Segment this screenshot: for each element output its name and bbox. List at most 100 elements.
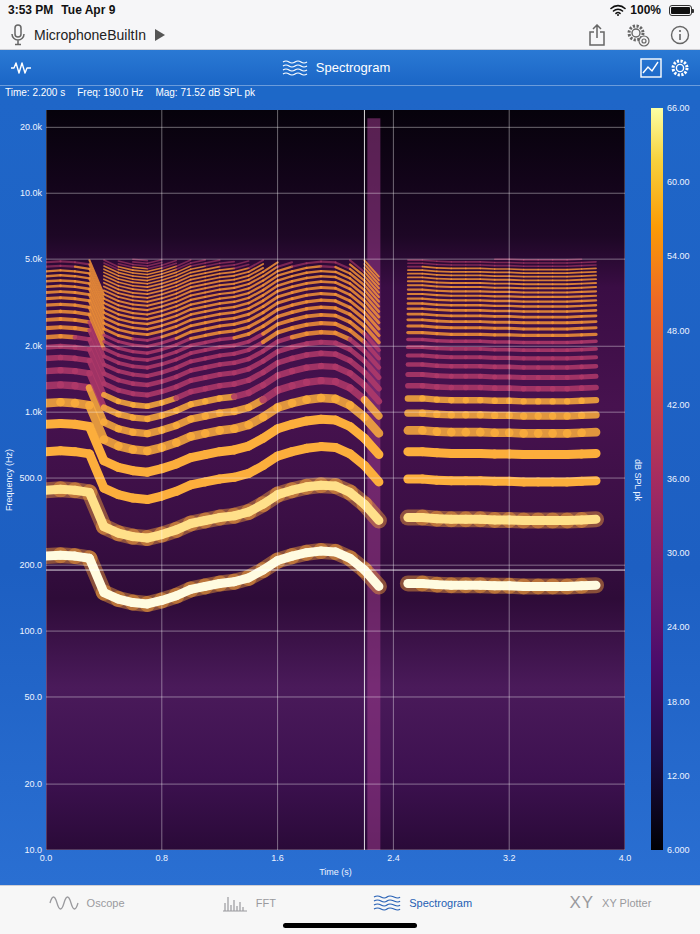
cursor-frequency-line[interactable] <box>46 570 625 571</box>
input-source[interactable]: MicrophoneBuiltIn <box>34 26 146 44</box>
harmonic-segment <box>147 307 161 311</box>
harmonic-segment <box>582 264 596 266</box>
harmonic-segment <box>495 340 509 344</box>
harmonic-segment <box>495 348 509 352</box>
harmonic-segment <box>480 333 494 337</box>
harmonic-segment <box>466 261 480 263</box>
harmonic-segment <box>553 283 567 285</box>
play-icon[interactable] <box>154 28 166 42</box>
harmonic-segment <box>321 260 335 263</box>
x-axis-title: Time (s) <box>319 867 352 877</box>
harmonic-segment <box>408 313 422 316</box>
harmonic-segment <box>582 326 596 330</box>
colorbar-scale <box>651 108 663 850</box>
spectrogram-plot[interactable] <box>46 110 625 850</box>
colorbar: dB SPL pk66.0060.0054.0048.0042.0036.003… <box>625 110 700 850</box>
harmonic-segment <box>553 296 567 298</box>
microphone-icon <box>10 24 26 46</box>
harmonic-segment <box>538 348 552 352</box>
date: Tue Apr 9 <box>61 3 115 17</box>
harmonic-segment <box>350 301 364 313</box>
harmonic-segment <box>567 356 581 361</box>
harmonic-segment <box>133 289 147 290</box>
home-indicator[interactable] <box>283 923 417 928</box>
harmonic-segment <box>307 315 321 317</box>
harmonic-segment <box>278 293 292 297</box>
harmonic-segment <box>220 312 234 314</box>
harmonic-segment <box>408 263 422 265</box>
harmonic-segment <box>60 274 74 277</box>
tab-item[interactable]: FFT <box>173 886 324 920</box>
harmonic-segment <box>567 291 581 294</box>
harmonic-segment <box>567 287 581 290</box>
harmonic-segment <box>321 286 335 290</box>
harmonic-segment <box>582 261 596 263</box>
tab-item[interactable]: Spectrogram <box>325 886 521 920</box>
share-icon[interactable] <box>588 24 606 46</box>
harmonic-segment <box>495 356 509 360</box>
harmonic-segment <box>46 310 60 314</box>
settings-gear-icon[interactable] <box>626 23 650 47</box>
harmonic-segment <box>582 374 596 380</box>
readout-value: Mag: 71.52 dB SPL pk <box>155 86 255 100</box>
harmonic-segment <box>466 268 480 270</box>
harmonic-segment <box>278 276 292 280</box>
harmonic-segment <box>191 270 205 273</box>
view-settings-icon[interactable] <box>670 58 690 78</box>
harmonic-segment <box>422 326 436 327</box>
harmonic-segment <box>147 302 161 306</box>
colorbar-tick: 24.00 <box>667 622 690 632</box>
harmonic-segment <box>104 283 118 290</box>
harmonic-segment <box>147 298 161 302</box>
harmonic-segment <box>220 338 234 340</box>
waveform-icon[interactable] <box>10 60 32 76</box>
harmonic-segment <box>278 328 292 332</box>
harmonic-segment <box>205 326 219 329</box>
harmonic-segment <box>466 333 480 336</box>
harmonic-segment <box>524 296 538 298</box>
harmonic-segment <box>466 304 480 306</box>
harmonic-segment <box>147 316 161 320</box>
harmonic-segment <box>234 320 248 324</box>
harmonic-segment <box>234 334 248 338</box>
harmonic-segment <box>509 279 523 281</box>
harmonic-segment <box>451 295 465 297</box>
chart-options-icon[interactable] <box>640 58 662 78</box>
harmonic-segment <box>495 295 509 297</box>
harmonic-segment <box>191 335 205 338</box>
harmonic-segment <box>162 260 176 265</box>
harmonic-segment <box>480 290 494 293</box>
harmonic-segment <box>480 355 494 360</box>
readout-value: Time: 2.200 s <box>5 86 65 100</box>
harmonic-segment <box>307 276 321 278</box>
y-gridline <box>46 412 625 413</box>
harmonic-segment <box>538 279 552 281</box>
harmonic-segment <box>582 320 596 323</box>
y-tick-label: 50.0 <box>24 692 42 702</box>
harmonic-segment <box>422 333 436 334</box>
harmonic-segment <box>205 281 219 284</box>
harmonic-segment <box>509 327 523 331</box>
harmonic-segment <box>176 273 190 279</box>
harmonic-segment <box>408 331 422 334</box>
harmonic-segment <box>567 333 581 337</box>
harmonic-segment <box>220 302 234 304</box>
tab-item[interactable]: XYXY Plotter <box>521 886 700 920</box>
harmonic-segment <box>336 324 350 330</box>
harmonic-segment <box>162 359 176 364</box>
harmonic-segment <box>495 265 509 267</box>
info-icon[interactable] <box>670 25 690 45</box>
status-bar: 3:53 PMTue Apr 9100% <box>0 0 700 20</box>
cursor-time-line[interactable] <box>364 110 365 850</box>
harmonic-segment <box>307 307 321 309</box>
harmonic-segment <box>60 265 74 268</box>
harmonic-segment <box>205 260 219 263</box>
tab-item[interactable]: Oscope <box>0 886 173 920</box>
harmonic-segment <box>480 309 494 312</box>
harmonic-segment <box>75 320 89 322</box>
harmonic-segment <box>46 303 60 307</box>
harmonic-segment <box>205 263 219 266</box>
view-header: Spectrogram <box>0 50 700 85</box>
harmonic-segment <box>234 293 248 297</box>
harmonic-segment <box>234 288 248 292</box>
